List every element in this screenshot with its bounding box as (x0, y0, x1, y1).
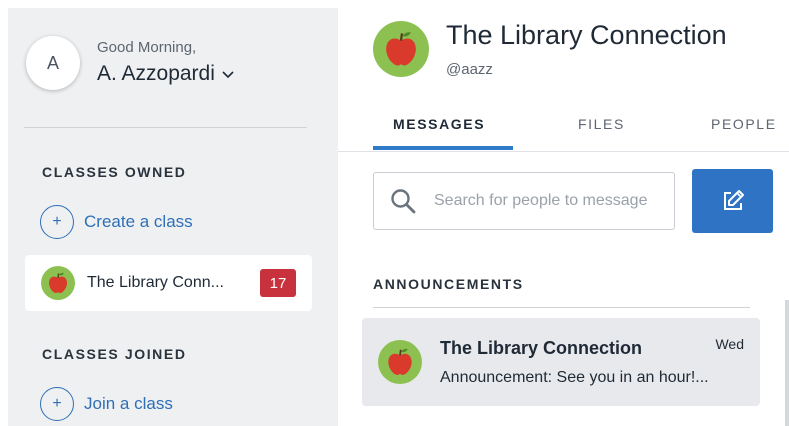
user-menu[interactable]: A. Azzopardi (97, 62, 235, 86)
message-preview: Announcement: See you in an hour!... (440, 369, 709, 386)
user-name: A. Azzopardi (97, 62, 215, 85)
classes-joined-heading: CLASSES JOINED (42, 346, 187, 362)
tab-messages[interactable]: MESSAGES (393, 96, 485, 152)
search-icon (391, 189, 416, 214)
search-box[interactable] (373, 172, 675, 230)
sidebar-item-library-connection[interactable]: The Library Conn... 17 (25, 255, 312, 311)
tab-bar: MESSAGES FILES PEOPLE (338, 96, 789, 152)
class-handle: @aazz (446, 61, 493, 78)
greeting-text: Good Morning, (97, 39, 197, 56)
active-tab-indicator (373, 146, 513, 150)
join-class-button[interactable]: + Join a class (40, 387, 173, 421)
list-item[interactable]: The Library Connection Wed Announcement:… (362, 318, 760, 406)
plus-circle-icon: + (40, 387, 74, 421)
plus-circle-icon: + (40, 205, 74, 239)
announcements-heading: ANNOUNCEMENTS (373, 276, 524, 292)
apple-icon (378, 340, 422, 384)
unread-count-badge: 17 (260, 269, 296, 297)
message-title: The Library Connection (440, 338, 643, 358)
create-class-label: Create a class (84, 212, 193, 231)
apple-icon (373, 21, 429, 77)
class-name: The Library Conn... (87, 274, 224, 291)
join-class-label: Join a class (84, 394, 173, 413)
classes-owned-heading: CLASSES OWNED (42, 164, 187, 180)
search-input[interactable] (434, 192, 659, 210)
tab-files[interactable]: FILES (578, 96, 625, 152)
create-class-button[interactable]: + Create a class (40, 205, 193, 239)
announcements-divider (373, 307, 750, 308)
compose-icon (723, 190, 744, 210)
avatar[interactable]: A (26, 36, 80, 90)
message-timestamp: Wed (715, 336, 744, 352)
chevron-down-icon (222, 71, 234, 79)
sidebar: A Good Morning, A. Azzopardi CLASSES OWN… (8, 8, 338, 426)
compose-message-button[interactable] (692, 169, 773, 233)
main-panel: The Library Connection @aazz MESSAGES FI… (338, 0, 789, 426)
scrollbar[interactable] (785, 300, 789, 426)
apple-icon (41, 266, 75, 300)
page-title: The Library Connection (446, 20, 727, 50)
sidebar-divider (24, 127, 307, 128)
avatar-letter: A (46, 52, 59, 73)
tab-people[interactable]: PEOPLE (711, 96, 777, 152)
